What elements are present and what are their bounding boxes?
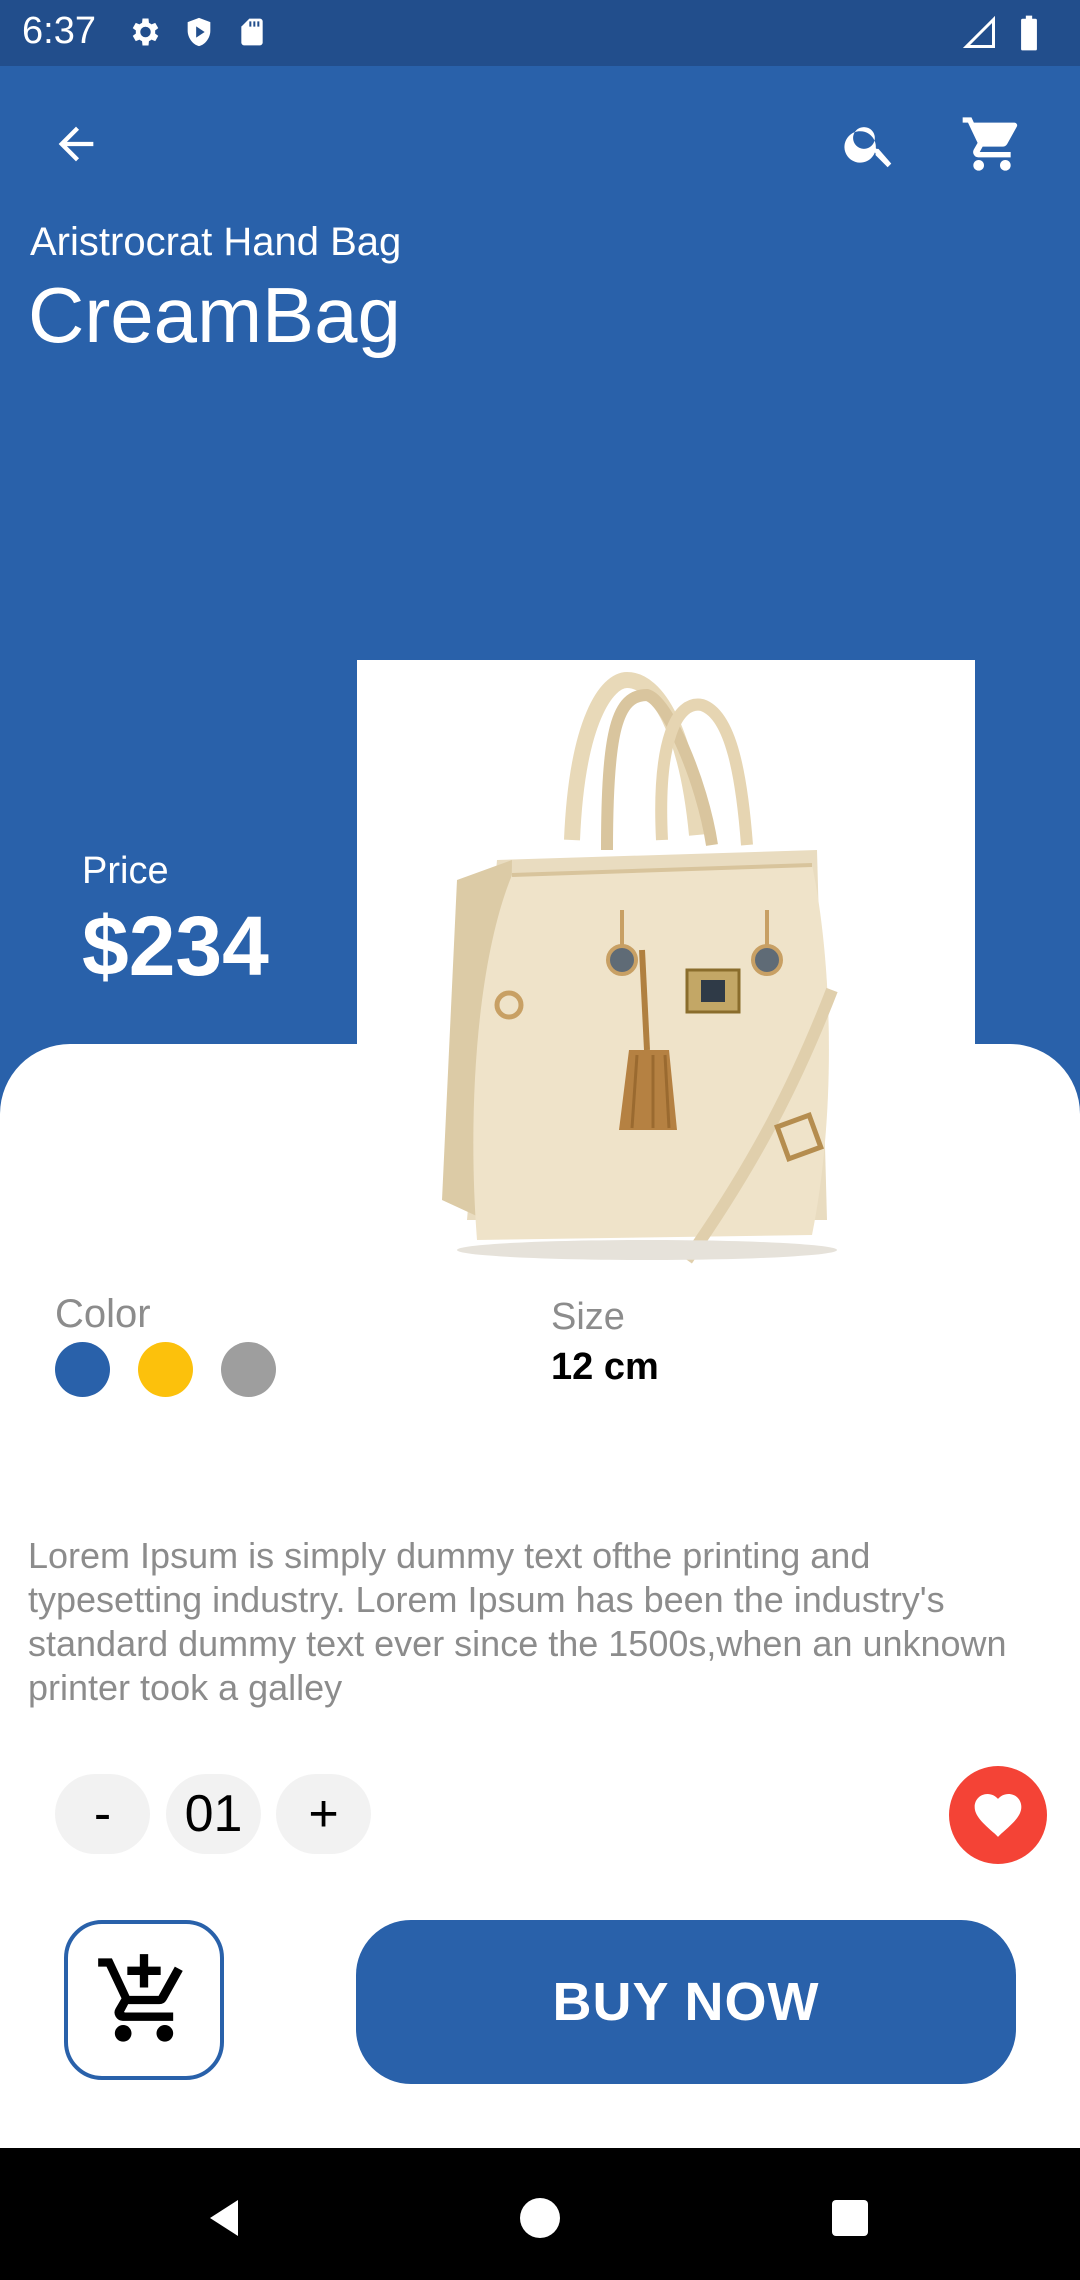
favorite-button[interactable]: [949, 1766, 1047, 1864]
quantity-value: 01: [166, 1774, 261, 1854]
cart-button[interactable]: [950, 104, 1034, 184]
search-button[interactable]: [830, 108, 910, 180]
buy-now-button[interactable]: BUY NOW: [356, 1920, 1016, 2084]
color-swatch-gray[interactable]: [221, 1342, 276, 1397]
battery-icon: [1021, 15, 1037, 51]
shield-icon: [187, 17, 211, 47]
color-swatches: [55, 1342, 276, 1397]
nav-back-button[interactable]: [186, 2178, 266, 2258]
settings-icon: [132, 18, 159, 46]
product-title: CreamBag: [28, 271, 401, 359]
increment-button[interactable]: +: [276, 1774, 371, 1854]
size-value: 12 cm: [551, 1346, 659, 1388]
product-description: Lorem Ipsum is simply dummy text ofthe p…: [28, 1535, 1007, 1708]
navigation-bar: [0, 2148, 1080, 2280]
price-value: $234: [82, 899, 269, 993]
nav-home-icon: [520, 2198, 560, 2238]
size-label: Size: [551, 1296, 625, 1338]
nav-recents-icon: [832, 2200, 868, 2236]
add-to-cart-button[interactable]: [64, 1920, 224, 2080]
color-swatch-blue[interactable]: [55, 1342, 110, 1397]
shopping-cart-icon: [962, 117, 1018, 171]
decrement-button[interactable]: -: [55, 1774, 150, 1854]
nav-home-button[interactable]: [500, 2178, 580, 2258]
app-bar: [0, 66, 1080, 216]
heart-icon: [974, 1794, 1022, 1837]
handbag-illustration: [442, 671, 838, 1264]
arrow-back-icon: [58, 126, 94, 162]
color-label: Color: [55, 1292, 151, 1336]
color-swatch-yellow[interactable]: [138, 1342, 193, 1397]
nav-back-icon: [210, 2200, 238, 2236]
sd-card-icon: [241, 18, 263, 46]
status-icons-left: [126, 14, 268, 50]
price-label: Price: [82, 850, 169, 892]
status-icons-right: [962, 14, 1040, 52]
add-shopping-cart-icon: [98, 1954, 183, 2042]
search-icon: [844, 127, 892, 168]
back-button[interactable]: [40, 108, 112, 180]
product-subtitle: Aristrocrat Hand Bag: [30, 220, 402, 264]
status-time: 6:37: [22, 10, 96, 52]
status-bar: 6:37: [0, 0, 1080, 66]
nav-recents-button[interactable]: [810, 2178, 890, 2258]
product-image: [357, 660, 975, 1280]
signal-icon: [962, 15, 995, 48]
